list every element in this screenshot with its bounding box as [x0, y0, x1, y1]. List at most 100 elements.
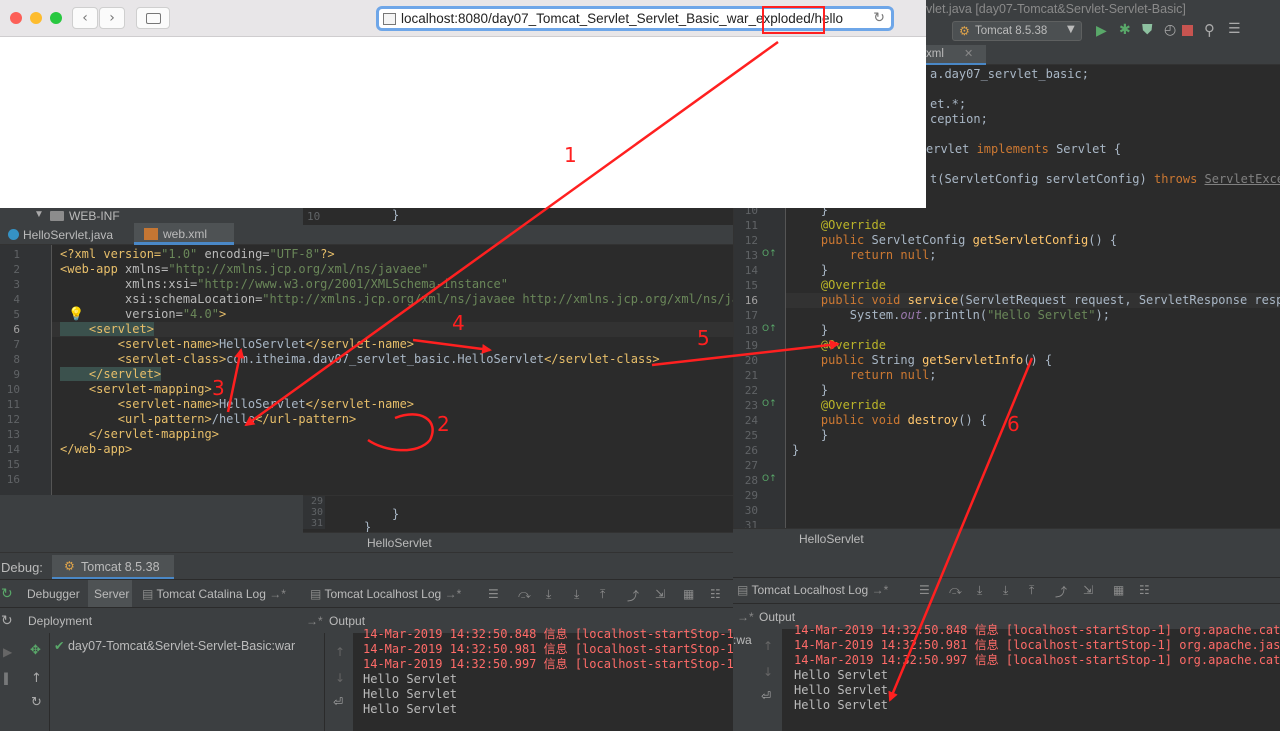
- implements-icon[interactable]: O↑: [762, 399, 777, 409]
- chevron-right-icon: ›: [109, 10, 115, 26]
- tab-catalina-log[interactable]: ▤ Tomcat Catalina Log →*: [142, 587, 286, 601]
- profile-icon[interactable]: ◴: [1164, 22, 1176, 38]
- tab-localhost-log-right[interactable]: ▤ Tomcat Localhost Log →*: [737, 583, 888, 597]
- line-number: 10: [6, 383, 20, 396]
- code-line: public ServletConfig getServletConfig() …: [820, 233, 1118, 247]
- evaluate-icon[interactable]: ▦: [683, 587, 694, 601]
- code-line: <web-app xmlns="http://xmlns.jcp.org/xml…: [60, 262, 429, 276]
- line-number: 26: [744, 444, 758, 457]
- log-icon: ▤: [737, 583, 749, 597]
- implements-icon[interactable]: O↑: [762, 324, 777, 334]
- implements-icon[interactable]: O↑: [762, 474, 777, 484]
- tab-server[interactable]: Server: [88, 580, 132, 608]
- drop-frame-icon[interactable]: ⤴: [1055, 583, 1067, 600]
- vcs-icon[interactable]: ☰: [1228, 21, 1241, 37]
- soft-wrap-icon[interactable]: ⏎: [333, 695, 343, 709]
- step-out-icon[interactable]: ⤒: [1029, 583, 1034, 598]
- restore-layout-icon[interactable]: ☰: [919, 583, 930, 597]
- line-number: 23: [744, 399, 758, 412]
- refresh-icon[interactable]: ↻: [1, 613, 13, 629]
- behind-editor-strip: 10 }: [303, 208, 733, 225]
- run-to-cursor-icon[interactable]: ⇲: [655, 587, 665, 601]
- step-into-icon[interactable]: ⤓: [546, 587, 551, 602]
- debug-icon[interactable]: ✱: [1119, 22, 1131, 38]
- resume-icon[interactable]: ▶: [3, 645, 12, 659]
- code-line: return null;: [849, 248, 937, 262]
- run-config-label: Tomcat 8.5.38: [975, 25, 1048, 37]
- stop-icon[interactable]: [1182, 25, 1193, 36]
- update-icon[interactable]: ↑: [31, 671, 42, 686]
- console-line: 14-Mar-2019 14:32:50.997 信息 [localhost-s…: [363, 657, 733, 671]
- restore-layout-icon[interactable]: ☰: [488, 587, 499, 601]
- line-number: 16: [6, 473, 20, 486]
- step-over-icon[interactable]: ⤼: [518, 587, 531, 602]
- breadcrumb[interactable]: HelloServlet: [367, 536, 432, 550]
- line-numbers: 1 2 3 4 5 6 7 8 9 10 11 12 13 14 15 16: [0, 245, 26, 495]
- zoom-window-button[interactable]: [50, 12, 62, 24]
- coverage-icon[interactable]: ⛊: [1142, 22, 1153, 38]
- step-into-icon[interactable]: ⤓: [977, 583, 982, 598]
- redeploy-icon[interactable]: ↻: [31, 695, 42, 710]
- tomcat-icon: ⚙: [959, 24, 970, 38]
- arrow-down-icon[interactable]: ↓: [763, 665, 773, 679]
- code-line: @Override: [820, 218, 886, 232]
- debug-label: Debug:: [1, 560, 43, 575]
- url-text[interactable]: localhost:8080/day07_Tomcat_Servlet_Serv…: [401, 11, 843, 26]
- debug-header: Debug: ⚙ Tomcat 8.5.38: [0, 552, 733, 580]
- tab-localhost-log[interactable]: ▤ Tomcat Localhost Log →*: [310, 587, 461, 601]
- implements-icon[interactable]: O↑: [762, 249, 777, 259]
- chevron-left-icon: ‹: [82, 10, 88, 26]
- close-icon[interactable]: ✕: [964, 47, 973, 60]
- step-out-icon[interactable]: ⤒: [600, 587, 605, 602]
- line-number: 1: [13, 248, 20, 261]
- arrow-up-icon[interactable]: ↑: [335, 645, 345, 659]
- pause-icon[interactable]: ‖: [3, 671, 9, 685]
- line-number: 30: [744, 504, 758, 517]
- tab-hello-servlet-java[interactable]: HelloServlet.java: [0, 223, 132, 247]
- minimize-window-button[interactable]: [30, 12, 42, 24]
- back-button[interactable]: ‹: [72, 7, 98, 29]
- settings-icon[interactable]: ☷: [1139, 583, 1150, 597]
- console-line: 14-Mar-2019 14:32:50.981 信息 [localhost-s…: [794, 638, 1280, 652]
- force-step-into-icon[interactable]: ⤓: [574, 587, 579, 602]
- soft-wrap-icon[interactable]: ⏎: [761, 689, 771, 703]
- settings-icon[interactable]: ☷: [710, 587, 721, 601]
- log-icon: ▤: [310, 587, 322, 601]
- debug-config-tab[interactable]: ⚙ Tomcat 8.5.38: [52, 555, 174, 580]
- close-window-button[interactable]: [10, 12, 22, 24]
- sidebar-button[interactable]: [136, 7, 170, 29]
- tab-web-xml-right[interactable]: xml ✕: [926, 45, 986, 65]
- console-line: Hello Servlet: [363, 702, 457, 716]
- breadcrumb[interactable]: HelloServlet: [799, 532, 864, 546]
- evaluate-icon[interactable]: ▦: [1113, 583, 1124, 597]
- console-line: Hello Servlet: [363, 687, 457, 701]
- run-to-cursor-icon[interactable]: ⇲: [1083, 583, 1093, 597]
- code-line: return null;: [849, 368, 937, 382]
- line-number: 12: [744, 234, 758, 247]
- deploy-icon[interactable]: ✥: [30, 643, 41, 658]
- line-number: 17: [744, 309, 758, 322]
- address-bar[interactable]: localhost:8080/day07_Tomcat_Servlet_Serv…: [376, 6, 894, 31]
- tab-web-xml[interactable]: web.xml: [134, 223, 234, 245]
- line-number: 15: [744, 279, 758, 292]
- deployment-item[interactable]: ✔ day07-Tomcat&Servlet-Servlet-Basic:war: [54, 638, 324, 653]
- java-code: } @Override public ServletConfig getServ…: [792, 203, 1280, 458]
- code-line: @Override: [820, 338, 886, 352]
- code-line: System.out.println("Hello Servlet");: [792, 308, 1110, 322]
- search-icon[interactable]: ⚲: [1204, 21, 1215, 39]
- run-icon[interactable]: ▶: [1096, 23, 1107, 39]
- tab-debugger[interactable]: Debugger: [27, 587, 80, 601]
- rerun-icon[interactable]: ↻: [1, 586, 13, 602]
- run-config-selector[interactable]: ⚙ Tomcat 8.5.38 ▼: [952, 21, 1082, 41]
- arrow-up-icon[interactable]: ↑: [763, 639, 773, 653]
- line-number: 14: [744, 264, 758, 277]
- folder-label[interactable]: WEB-INF: [69, 209, 120, 223]
- arrow-down-icon[interactable]: ↓: [335, 671, 345, 685]
- drop-frame-icon[interactable]: ⤴: [627, 587, 639, 604]
- reload-icon[interactable]: ↻: [873, 10, 885, 26]
- force-step-into-icon[interactable]: ⤓: [1003, 583, 1008, 598]
- forward-button[interactable]: ›: [99, 7, 125, 29]
- step-over-icon[interactable]: ⤼: [949, 583, 962, 598]
- line-number: 21: [744, 369, 758, 382]
- page-icon: [383, 13, 396, 25]
